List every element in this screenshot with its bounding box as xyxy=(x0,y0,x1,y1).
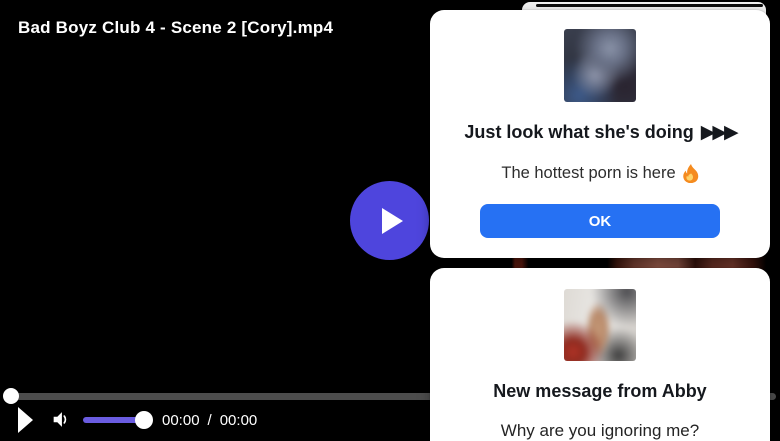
progress-thumb[interactable] xyxy=(3,388,19,404)
play-icon xyxy=(380,207,404,235)
big-play-button[interactable] xyxy=(350,181,429,260)
volume-button[interactable] xyxy=(50,408,72,436)
popup-heading-text: Just look what she's doing xyxy=(464,122,693,142)
popup-body-text: Why are you ignoring me? xyxy=(501,421,699,441)
volume-thumb[interactable] xyxy=(135,411,153,429)
speaker-icon xyxy=(50,408,72,431)
popup-body: Why are you ignoring me? xyxy=(430,421,770,441)
play-icon xyxy=(17,406,34,434)
popup-heading: New message from Abby xyxy=(430,381,770,402)
video-player: Bad Boyz Club 4 - Scene 2 [Cory].mp4 00:… xyxy=(0,0,780,441)
popup-message-card[interactable]: New message from Abby Why are you ignori… xyxy=(430,268,770,441)
webcam-scene-image xyxy=(564,29,636,102)
fire-emoji-icon xyxy=(683,164,699,183)
popup-body-text: The hottest porn is here xyxy=(501,163,675,183)
popup-behind-edge xyxy=(536,4,763,7)
video-title: Bad Boyz Club 4 - Scene 2 [Cory].mp4 xyxy=(18,18,333,38)
selfie-image xyxy=(564,289,636,361)
ok-button[interactable]: OK xyxy=(480,204,720,238)
popup-thumbnail[interactable] xyxy=(564,29,636,102)
popup-heading: Just look what she's doing ▶▶▶ xyxy=(430,122,770,143)
popup-body: The hottest porn is here xyxy=(430,163,770,183)
total-duration: 00:00 xyxy=(220,412,258,429)
popup-thumbnail[interactable] xyxy=(564,289,636,361)
popup-offer-card: Just look what she's doing ▶▶▶ The hottes… xyxy=(430,10,770,258)
time-display: 00:00 / 00:00 xyxy=(162,412,257,429)
current-time: 00:00 xyxy=(162,412,200,429)
play-button[interactable] xyxy=(17,406,34,439)
triple-arrow-icon: ▶▶▶ xyxy=(701,121,736,143)
time-separator: / xyxy=(208,412,212,429)
